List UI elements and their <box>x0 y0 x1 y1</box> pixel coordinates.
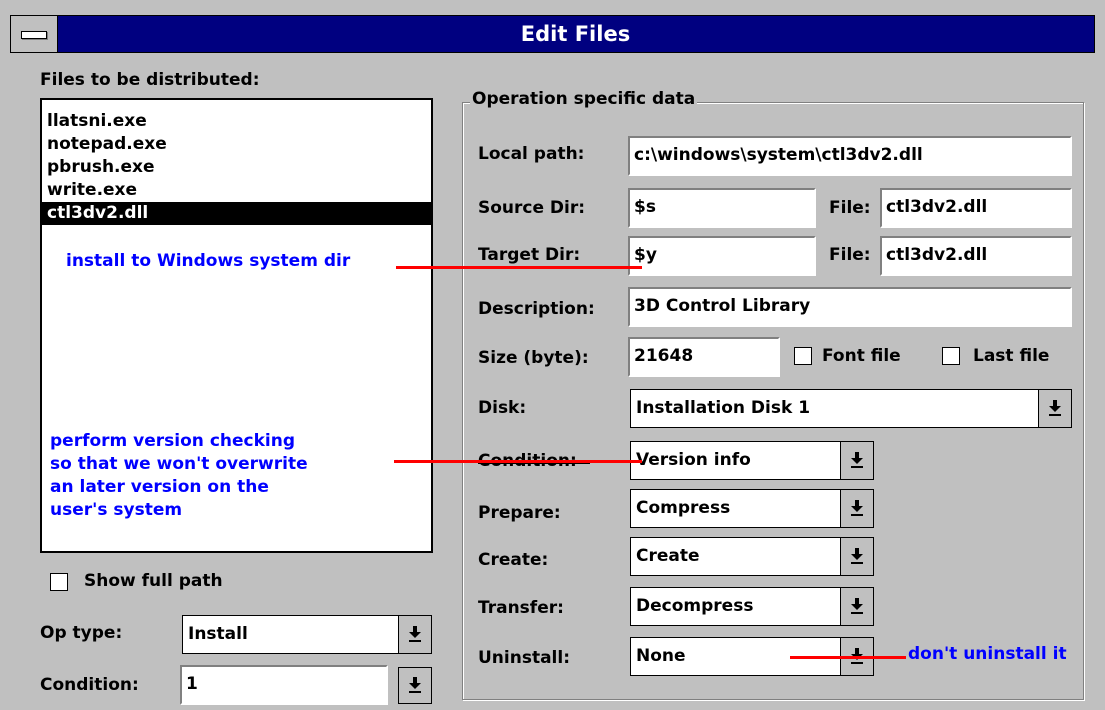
condition-label-left: Condition: <box>40 675 139 695</box>
source-dir-value: $s <box>634 197 656 217</box>
condition-spin-button[interactable] <box>398 667 432 704</box>
show-full-path-label: Show full path <box>84 571 223 591</box>
create-dropdown-button[interactable] <box>840 537 874 576</box>
show-full-path-checkbox[interactable] <box>50 573 68 591</box>
version-note-line-1: perform version checking <box>50 431 296 451</box>
local-path-input[interactable]: c:\windows\system\ctl3dv2.dll <box>628 136 1072 176</box>
dropdown-arrow-icon <box>851 452 863 469</box>
uninstall-label: Uninstall: <box>478 648 571 668</box>
list-item[interactable]: notepad.exe <box>42 133 431 156</box>
condition-value: Version info <box>636 450 751 470</box>
create-label: Create: <box>478 550 549 570</box>
source-file-value: ctl3dv2.dll <box>886 197 988 217</box>
prepare-value: Compress <box>636 498 731 518</box>
window-title: Edit Files <box>520 22 631 46</box>
files-listbox[interactable]: llatsni.exe notepad.exe pbrush.exe write… <box>40 98 433 553</box>
target-file-label: File: <box>829 245 871 265</box>
list-item[interactable]: llatsni.exe <box>42 110 431 133</box>
disk-value: Installation Disk 1 <box>636 398 811 418</box>
last-file-checkbox[interactable] <box>942 347 960 365</box>
version-note-line-3: an later version on the <box>50 477 269 497</box>
transfer-dropdown-button[interactable] <box>840 587 874 626</box>
target-dir-label: Target Dir: <box>478 245 581 265</box>
transfer-dropdown[interactable]: Decompress <box>630 587 874 626</box>
transfer-value: Decompress <box>636 596 754 616</box>
source-dir-input[interactable]: $s <box>628 188 816 228</box>
system-menu-button[interactable] <box>11 16 58 52</box>
size-label: Size (byte): <box>478 348 589 368</box>
uninstall-value: None <box>636 646 686 666</box>
font-file-checkbox[interactable] <box>794 347 812 365</box>
dropdown-arrow-icon <box>851 548 863 565</box>
prepare-dropdown[interactable]: Compress <box>630 489 874 528</box>
create-value: Create <box>636 546 700 566</box>
description-input[interactable]: 3D Control Library <box>628 287 1072 327</box>
install-note: install to Windows system dir <box>66 251 351 271</box>
disk-dropdown[interactable]: Installation Disk 1 <box>630 389 1072 428</box>
version-note-line-2: so that we won't overwrite <box>50 454 308 474</box>
disk-label: Disk: <box>478 398 527 418</box>
op-type-value: Install <box>188 624 248 644</box>
source-dir-label: Source Dir: <box>478 198 586 218</box>
dropdown-arrow-icon <box>409 626 421 643</box>
target-file-value: ctl3dv2.dll <box>886 245 988 265</box>
title-bar[interactable]: Edit Files <box>10 15 1095 53</box>
op-type-dropdown[interactable]: Install <box>182 615 432 654</box>
edit-files-dialog: Edit Files Files to be distributed: llat… <box>0 0 1105 710</box>
source-file-input[interactable]: ctl3dv2.dll <box>880 188 1072 228</box>
description-value: 3D Control Library <box>634 296 811 316</box>
operation-data-legend: Operation specific data <box>470 89 698 109</box>
list-item[interactable]: pbrush.exe <box>42 156 431 179</box>
uninstall-note: don't uninstall it <box>908 644 1067 664</box>
target-file-input[interactable]: ctl3dv2.dll <box>880 236 1072 276</box>
prepare-dropdown-button[interactable] <box>840 489 874 528</box>
dropdown-arrow-icon <box>851 598 863 615</box>
uninstall-note-pointer <box>790 656 906 659</box>
size-input[interactable]: 21648 <box>628 337 780 377</box>
op-type-dropdown-button[interactable] <box>398 615 432 654</box>
install-note-pointer <box>396 266 642 269</box>
list-item[interactable]: write.exe <box>42 179 431 202</box>
dropdown-arrow-icon <box>851 500 863 517</box>
last-file-label: Last file <box>973 346 1050 366</box>
prepare-label: Prepare: <box>478 503 561 523</box>
condition-dropdown[interactable]: Version info <box>630 441 874 480</box>
dropdown-arrow-icon <box>409 677 421 694</box>
version-note-pointer <box>394 460 642 463</box>
font-file-label: Font file <box>822 346 901 366</box>
files-list-label: Files to be distributed: <box>40 70 260 90</box>
source-file-label: File: <box>829 198 871 218</box>
create-dropdown[interactable]: Create <box>630 537 874 576</box>
target-dir-input[interactable]: $y <box>628 236 816 276</box>
description-label: Description: <box>478 299 595 319</box>
condition-dropdown-button[interactable] <box>398 667 432 704</box>
size-value: 21648 <box>634 346 694 366</box>
dropdown-arrow-icon <box>1049 400 1061 417</box>
condition-input[interactable]: 1 <box>180 665 388 705</box>
transfer-label: Transfer: <box>478 598 564 618</box>
system-menu-icon <box>21 31 47 39</box>
local-path-value: c:\windows\system\ctl3dv2.dll <box>634 145 923 165</box>
condition-dropdown-button[interactable] <box>840 441 874 480</box>
op-type-label: Op type: <box>40 623 123 643</box>
disk-dropdown-button[interactable] <box>1038 389 1072 428</box>
condition-input-value: 1 <box>186 674 198 694</box>
version-note-line-4: user's system <box>50 500 183 520</box>
list-item-selected[interactable]: ctl3dv2.dll <box>42 202 431 225</box>
local-path-label: Local path: <box>478 144 585 164</box>
